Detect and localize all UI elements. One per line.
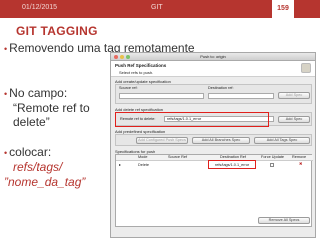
- bullet-dot-icon: •: [4, 148, 8, 158]
- dialog-titlebar: Push to: origin: [111, 53, 315, 61]
- dialog-header: Push Ref Specifications Select refs to p…: [111, 61, 315, 77]
- bullet-field-hint: • No campo: “Remote ref to delete”: [4, 86, 108, 129]
- create-spec-group: Source ref: Destination ref: Add Spec: [115, 84, 312, 104]
- header-subtitle: Select refs to push.: [119, 70, 154, 75]
- bullet-dot-icon: •: [4, 44, 8, 54]
- add-configured-push-specs-button[interactable]: Add Configured Push Specs: [136, 137, 188, 144]
- source-ref-input[interactable]: [119, 93, 204, 99]
- add-spec-button[interactable]: Add Spec: [278, 92, 310, 99]
- bullet-put-hint: • colocar: refs/tags/: [4, 145, 108, 174]
- column-force-update[interactable]: Force Update: [261, 155, 284, 160]
- remove-all-specs-button[interactable]: Remove All Specs: [258, 217, 310, 224]
- highlight-remote-ref: [115, 112, 269, 127]
- highlight-destination-ref: [208, 160, 256, 169]
- destination-ref-label: Destination ref:: [208, 86, 234, 90]
- add-all-branches-spec-button[interactable]: Add All Branches Spec: [192, 137, 250, 144]
- slide-section: GIT: [151, 4, 163, 11]
- slide-title: GIT TAGGING: [16, 24, 98, 38]
- column-source-ref[interactable]: Source Ref: [168, 155, 187, 160]
- bullet-text: colocar:: [9, 145, 52, 159]
- predefined-spec-group: Add Configured Push Specs Add All Branch…: [115, 134, 312, 146]
- header-bar: 01/12/2015 GIT 159: [0, 0, 320, 18]
- column-remove[interactable]: Remove: [292, 155, 306, 160]
- force-update-checkbox[interactable]: [270, 163, 274, 167]
- page-number: 159: [272, 0, 294, 18]
- row-mode: Delete: [138, 163, 149, 167]
- close-window-icon[interactable]: [114, 55, 118, 59]
- bullet-text: “Remote ref to delete”: [13, 101, 90, 129]
- dialog-title: Push to: origin: [200, 54, 226, 59]
- egit-logo-icon: [301, 63, 311, 73]
- bullet-text-ref: refs/tags/: [13, 160, 63, 174]
- source-ref-label: Source ref:: [119, 86, 138, 90]
- minimize-window-icon[interactable]: [120, 55, 124, 59]
- row-marker-icon: ▸: [119, 163, 121, 167]
- column-mode[interactable]: Mode: [138, 155, 148, 160]
- remove-row-icon[interactable]: ✖: [299, 162, 302, 167]
- slide-date: 01/12/2015: [22, 4, 58, 11]
- push-dialog: Push to: origin Push Ref Specifications …: [110, 52, 316, 238]
- bullet-text-tagname: ”nome_da_tag”: [4, 175, 86, 189]
- add-all-tags-spec-button[interactable]: Add All Tags Spec: [254, 137, 310, 144]
- header-title: Push Ref Specifications: [115, 63, 167, 68]
- zoom-window-icon[interactable]: [126, 55, 130, 59]
- add-delete-spec-button[interactable]: Add Spec: [278, 116, 310, 123]
- destination-ref-input[interactable]: [208, 93, 274, 99]
- bullet-dot-icon: •: [4, 89, 8, 99]
- bullet-text: No campo:: [9, 86, 68, 100]
